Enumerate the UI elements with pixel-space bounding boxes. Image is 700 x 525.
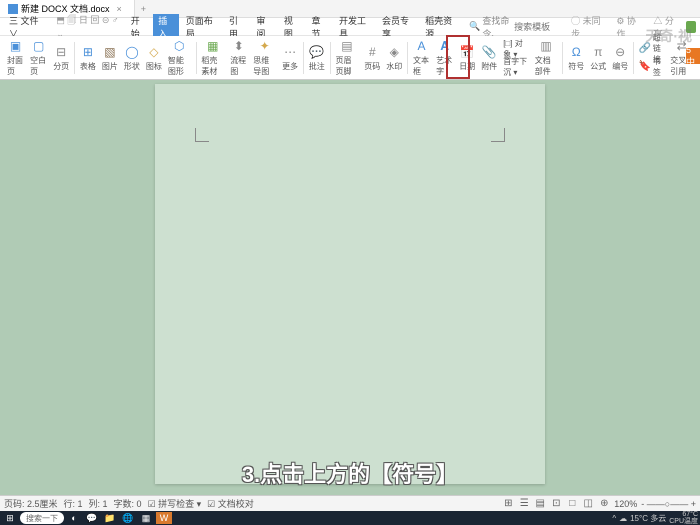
avatar-icon[interactable] bbox=[686, 21, 696, 33]
system-tray[interactable]: ^ ☁ 15°C 多云 67°C CPU温度 bbox=[612, 511, 698, 525]
wm-icon: ◈ bbox=[386, 44, 402, 60]
textbox-button[interactable]: A文本框 bbox=[410, 38, 433, 78]
attach-icon: 📎 bbox=[481, 44, 497, 60]
textbox-icon: A bbox=[414, 39, 430, 54]
windows-taskbar: ⊞ 搜索一下 ◐ 💬 📁 🌐 ▦ W ^ ☁ 15°C 多云 67°C CPU温… bbox=[0, 511, 700, 525]
comment-button[interactable]: 💬批注 bbox=[306, 38, 328, 78]
link-icon: 🔗 bbox=[639, 43, 651, 55]
view-icon-5[interactable]: □ bbox=[566, 498, 578, 510]
docpart-icon: ▥ bbox=[538, 39, 554, 54]
cpu-temp: 67°C CPU温度 bbox=[669, 511, 698, 525]
page-break-button[interactable]: ⊟分页 bbox=[50, 38, 72, 78]
flow-icon: ⬍ bbox=[231, 39, 247, 54]
blank-page-button[interactable]: ▢空白页 bbox=[27, 38, 50, 78]
header-footer-button[interactable]: ▤页眉页脚 bbox=[333, 38, 362, 78]
task-wps[interactable]: W bbox=[156, 512, 172, 524]
headfoot-icon: ▤ bbox=[339, 39, 355, 54]
new-tab-button[interactable]: + bbox=[135, 4, 152, 14]
material-icon: ▦ bbox=[205, 39, 221, 54]
break-icon: ⊟ bbox=[53, 44, 69, 60]
bookmark-icon: 🔖 bbox=[639, 61, 651, 73]
status-spell[interactable]: ☑ 拼写检查 ▾ bbox=[148, 497, 202, 510]
view-icon-2[interactable]: ☰ bbox=[518, 498, 530, 510]
task-icon-4[interactable]: 🌐 bbox=[120, 512, 136, 524]
margin-corner-tr bbox=[491, 128, 505, 142]
attach-button[interactable]: 📎附件 bbox=[478, 38, 500, 78]
shape-icon: ◯ bbox=[124, 44, 140, 60]
material-button[interactable]: ▦稻壳素材 bbox=[198, 38, 227, 78]
picture-icon: ▧ bbox=[102, 44, 118, 60]
bookmark-button[interactable]: 🔖书签 bbox=[636, 58, 667, 76]
icon-button[interactable]: ◇图标 bbox=[143, 38, 165, 78]
smartart-button[interactable]: ⬡智能图形 bbox=[165, 38, 194, 78]
status-proof[interactable]: ☑ 文档校对 bbox=[207, 497, 254, 510]
smart-icon: ⬡ bbox=[171, 39, 187, 54]
status-col: 列: 1 bbox=[89, 497, 108, 510]
view-icon-7[interactable]: ⊕ bbox=[598, 498, 610, 510]
wordart-icon: 𝐀 bbox=[437, 39, 453, 54]
number-icon: ⊖ bbox=[612, 44, 628, 60]
status-row: 行: 1 bbox=[64, 497, 83, 510]
docpart-button[interactable]: ▥文档部件 bbox=[532, 38, 561, 78]
search-icon: 🔍 bbox=[469, 21, 480, 32]
doc-icon bbox=[8, 4, 18, 14]
menu-bar: 三 文件 ∨ ⬒ 🗐 日 回 ⊝ ♂ ⌄ 开始 插入 页面布局 引用 审阅 视图… bbox=[0, 18, 700, 36]
picture-button[interactable]: ▧图片 bbox=[99, 38, 121, 78]
tutorial-instruction: 3.点击上方的【符号】 bbox=[242, 457, 458, 489]
ribbon-insert: ▣封面页 ▢空白页 ⊟分页 ⊞表格 ▧图片 ◯形状 ◇图标 ⬡智能图形 ▦稻壳素… bbox=[0, 36, 700, 80]
zoom-slider[interactable]: - ——○—— + bbox=[641, 499, 696, 509]
start-button[interactable]: ⊞ bbox=[2, 512, 18, 524]
symbol-button[interactable]: Ω符号 bbox=[565, 38, 587, 78]
view-icon-4[interactable]: ⊡ bbox=[550, 498, 562, 510]
document-canvas[interactable] bbox=[0, 80, 700, 484]
status-page: 页码: 2.5厘米 bbox=[4, 497, 58, 510]
zoom-level[interactable]: 120% bbox=[614, 499, 637, 509]
weather-icon: ☁ bbox=[619, 514, 627, 523]
cover-icon: ▣ bbox=[8, 39, 24, 54]
date-icon: 📅 bbox=[459, 44, 475, 60]
mindmap-button[interactable]: ✦思维导图 bbox=[250, 38, 279, 78]
page bbox=[155, 84, 545, 484]
pagenum-icon: # bbox=[364, 44, 380, 60]
task-icon-1[interactable]: ◐ bbox=[66, 512, 82, 524]
view-icon-1[interactable]: ⊞ bbox=[502, 498, 514, 510]
tray-up-icon: ^ bbox=[612, 514, 616, 523]
date-button[interactable]: 📅日期 bbox=[456, 38, 478, 78]
status-words: 字数: 0 bbox=[114, 497, 142, 510]
more-icon: ⋯ bbox=[282, 44, 298, 60]
close-tab-icon[interactable]: × bbox=[113, 4, 126, 14]
table-button[interactable]: ⊞表格 bbox=[77, 38, 99, 78]
equation-icon: π bbox=[590, 44, 606, 60]
search-input[interactable] bbox=[514, 22, 564, 32]
wordart-button[interactable]: 𝐀艺术字 bbox=[433, 38, 456, 78]
blank-icon: ▢ bbox=[31, 39, 47, 54]
view-icon-6[interactable]: ◫ bbox=[582, 498, 594, 510]
ime-badge[interactable]: 5 中 bbox=[686, 48, 700, 64]
cover-page-button[interactable]: ▣封面页 bbox=[4, 38, 27, 78]
task-icon-5[interactable]: ▦ bbox=[138, 512, 154, 524]
view-icon-3[interactable]: ▤ bbox=[534, 498, 546, 510]
task-icon-3[interactable]: 📁 bbox=[102, 512, 118, 524]
icon-icon: ◇ bbox=[146, 44, 162, 60]
task-icon-2[interactable]: 💬 bbox=[84, 512, 100, 524]
comment-icon: 💬 bbox=[309, 44, 325, 60]
page-number-button[interactable]: #页码 bbox=[361, 38, 383, 78]
table-icon: ⊞ bbox=[80, 44, 96, 60]
more-button[interactable]: ⋯更多 bbox=[279, 38, 301, 78]
mind-icon: ✦ bbox=[257, 39, 273, 54]
flowchart-button[interactable]: ⬍流程图 bbox=[227, 38, 250, 78]
symbol-icon: Ω bbox=[568, 44, 584, 60]
dropcap-button[interactable]: 首字下沉 ▾ bbox=[500, 58, 532, 76]
margin-corner-tl bbox=[195, 128, 209, 142]
numbering-button[interactable]: ⊖编号 bbox=[609, 38, 631, 78]
equation-button[interactable]: π公式 bbox=[587, 38, 609, 78]
taskbar-search[interactable]: 搜索一下 bbox=[20, 512, 64, 524]
watermark-button[interactable]: ◈水印 bbox=[383, 38, 405, 78]
weather-text: 15°C 多云 bbox=[630, 513, 666, 524]
shape-button[interactable]: ◯形状 bbox=[121, 38, 143, 78]
status-bar: 页码: 2.5厘米 行: 1 列: 1 字数: 0 ☑ 拼写检查 ▾ ☑ 文档校… bbox=[0, 495, 700, 511]
